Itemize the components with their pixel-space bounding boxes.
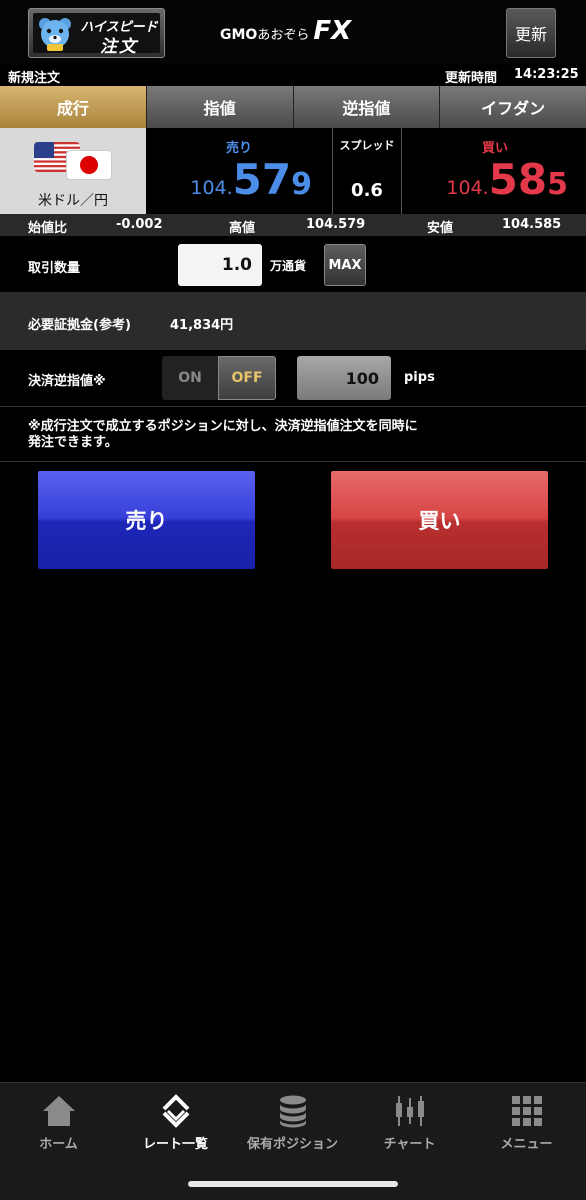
required-margin-row: 必要証拠金(参考) 41,834円: [0, 292, 586, 350]
nav-positions[interactable]: 保有ポジション: [234, 1083, 351, 1163]
settlement-stop-label: 決済逆指値※: [28, 374, 106, 389]
buy-order-button[interactable]: 買い: [331, 471, 548, 569]
note-row: ※成行注文で成立するポジションに対し、決済逆指値注文を同時に 発注できます。: [0, 406, 586, 462]
japan-flag-icon: [66, 150, 112, 180]
order-type-tabs: 成行 指値 逆指値 イフダン: [0, 86, 586, 128]
note-line-2: 発注できます。: [28, 435, 118, 450]
required-margin-value: 41,834円: [170, 318, 234, 333]
change-label: 始値比: [28, 221, 68, 236]
high-label: 高値: [229, 221, 256, 236]
sell-price-prefix: 104.: [190, 177, 233, 199]
tab-ifdone[interactable]: イフダン: [440, 86, 586, 128]
spread-cell: スプレッド 0.6: [332, 128, 402, 214]
refresh-button[interactable]: 更新: [506, 8, 556, 58]
sell-quote-label: 売り: [225, 141, 252, 156]
high-value: 104.579: [306, 217, 366, 232]
nav-chart-label: チャート: [383, 1137, 436, 1152]
quantity-row: 取引数量 1.0 万通貨 MAX: [0, 236, 586, 292]
sell-price: 104.579: [190, 155, 312, 204]
logo-aozora-text: あおぞら: [257, 28, 310, 43]
bear-mascot-icon: [39, 18, 71, 51]
coins-icon: [279, 1095, 306, 1128]
home-indicator[interactable]: [188, 1181, 398, 1187]
high-speed-order-inner: ハイスピード 注文: [33, 13, 160, 57]
sell-price-main: 57: [232, 155, 292, 204]
rate-list-icon: [162, 1094, 189, 1128]
gmo-aozora-fx-logo: GMO あおぞら FX: [220, 16, 351, 48]
quote-panel: 米ドル／円 売り 104.579 スプレッド 0.6 買い 104.585: [0, 128, 586, 214]
chart-icon: [395, 1096, 424, 1126]
change-value: -0.002: [116, 217, 163, 232]
pips-input[interactable]: 100: [297, 356, 391, 400]
logo-gmo-text: GMO: [220, 27, 258, 43]
order-label: 注文: [100, 37, 138, 57]
spread-value: 0.6: [351, 180, 383, 201]
sell-price-pip: 9: [291, 167, 312, 202]
low-value: 104.585: [502, 217, 562, 232]
max-quantity-button[interactable]: MAX: [324, 244, 366, 286]
ohlc-bar: 始値比 -0.002 高値 104.579 安値 104.585: [0, 214, 586, 236]
settlement-note: ※成行注文で成立するポジションに対し、決済逆指値注文を同時に 発注できます。: [28, 419, 568, 451]
sell-quote[interactable]: 売り 104.579: [148, 128, 330, 214]
page-title: 新規注文: [8, 71, 61, 86]
currency-pair-selector[interactable]: 米ドル／円: [0, 128, 146, 214]
spread-label: スプレッド: [339, 139, 395, 152]
nav-home[interactable]: ホーム: [0, 1083, 117, 1163]
nav-rate-list[interactable]: レート一覧: [117, 1083, 234, 1163]
buy-price-pip: 5: [547, 167, 568, 202]
settlement-stop-row: 決済逆指値※ ON OFF 100 pips: [0, 350, 586, 406]
currency-pair-name: 米ドル／円: [38, 193, 108, 209]
nav-home-label: ホーム: [39, 1137, 78, 1152]
nav-rate-list-label: レート一覧: [142, 1137, 208, 1152]
high-speed-order-button[interactable]: ハイスピード 注文: [28, 8, 165, 58]
tab-limit[interactable]: 指値: [146, 86, 294, 128]
home-icon: [42, 1096, 75, 1126]
nav-positions-label: 保有ポジション: [246, 1137, 338, 1152]
update-time-value: 14:23:25: [514, 67, 579, 82]
info-bar: 新規注文 更新時間 14:23:25: [0, 64, 586, 86]
tab-market[interactable]: 成行: [0, 86, 147, 128]
required-margin-label: 必要証拠金(参考): [28, 318, 131, 333]
logo-fx-text: FX: [313, 16, 352, 46]
buy-quote-label: 買い: [481, 141, 508, 156]
pips-unit: pips: [404, 370, 435, 385]
buy-price-prefix: 104.: [446, 177, 489, 199]
note-line-1: ※成行注文で成立するポジションに対し、決済逆指値注文を同時に: [28, 419, 418, 434]
buy-quote[interactable]: 買い 104.585: [404, 128, 586, 214]
app-header: ハイスピード 注文 GMO あおぞら FX 更新: [0, 0, 586, 64]
nav-menu[interactable]: メニュー: [468, 1083, 585, 1163]
nav-menu-label: メニュー: [500, 1137, 553, 1152]
nav-chart[interactable]: チャート: [351, 1083, 468, 1163]
quantity-label: 取引数量: [28, 261, 81, 276]
buy-price-main: 58: [488, 155, 548, 204]
menu-grid-icon: [511, 1096, 542, 1126]
toggle-on-option[interactable]: ON: [162, 356, 218, 400]
tab-stop[interactable]: 逆指値: [293, 86, 441, 128]
update-time-label: 更新時間: [445, 71, 498, 86]
sell-order-button[interactable]: 売り: [38, 471, 255, 569]
quantity-unit: 万通貨: [270, 259, 307, 273]
quantity-input[interactable]: 1.0: [178, 244, 262, 286]
toggle-off-option[interactable]: OFF: [218, 356, 276, 400]
settlement-stop-toggle[interactable]: ON OFF: [162, 356, 276, 400]
low-label: 安値: [427, 221, 454, 236]
buy-price: 104.585: [446, 155, 568, 204]
